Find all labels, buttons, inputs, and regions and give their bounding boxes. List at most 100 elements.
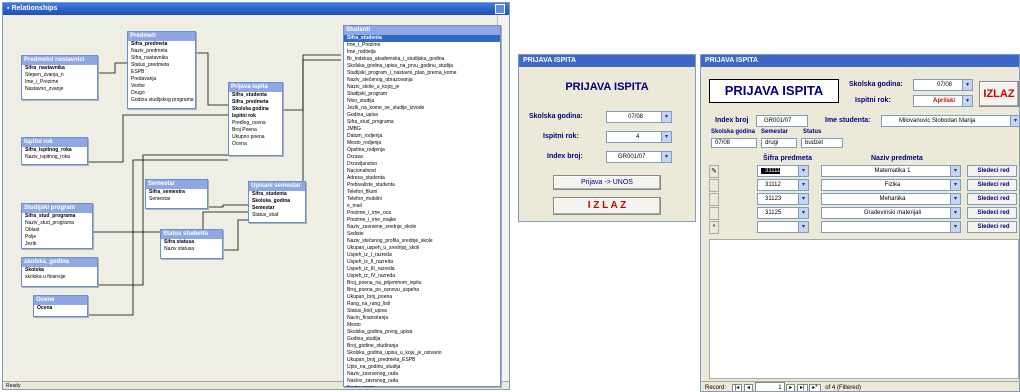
table-studijski-program[interactable]: Studijski program Šifra_stud_programa Naz… [21,203,93,249]
table-field[interactable]: Broj_poena_na_prijemnom_ispitu [344,280,500,287]
table-field[interactable]: Ime_roditelja [344,49,500,56]
table-field[interactable]: Uspeh_iz_III_razreda [344,266,500,273]
table-field[interactable]: Predlog_ocena [229,120,282,127]
table-field[interactable]: Naziv_skole_u_kojoj_je [344,84,500,91]
dropdown-arrow-icon[interactable]: ▾ [661,132,671,142]
dropdown-arrow-icon[interactable]: ▾ [798,194,808,204]
table-field[interactable]: Šifra_predmeta [229,99,282,106]
table-semestar[interactable]: Semestar Šifra_semestra Semestar [145,179,208,209]
table-field[interactable]: Uspeh_iz_IV_razreda [344,273,500,280]
table-field[interactable]: Naziv_grupe [344,385,500,387]
sifra-select[interactable]: 31111 ▾ [757,165,809,177]
table-field[interactable]: Ime_i_Prezime [22,79,97,86]
table-field[interactable]: e_mail [344,203,500,210]
table-field[interactable]: Ocena [34,305,87,312]
table-field[interactable]: Status_kod_upisa [344,308,500,315]
table-field[interactable]: Ukupan_broj_poena [344,294,500,301]
table-field[interactable]: Šifra_nastavnika [22,65,97,72]
table-field[interactable]: Nacionalnost [344,168,500,175]
table-field[interactable]: Br_indeksa_akademska_i_studijska_godina [344,56,500,63]
table-field[interactable]: Šifra_predmeta [128,41,195,48]
table-ispitni-rok[interactable]: Ispitni rok Šifra_ispitnog_roka Naziv_isp… [21,137,88,165]
table-field[interactable]: Šifra_studenta [344,35,500,42]
dropdown-arrow-icon[interactable]: ▾ [950,194,960,204]
table-field[interactable]: JMBG [344,126,500,133]
table-field[interactable]: Naziv statusa [161,246,222,253]
naziv-select[interactable]: Gradevinski materijali ▾ [821,207,961,219]
dropdown-arrow-icon[interactable]: ▾ [661,152,671,162]
table-field[interactable]: Šifra_studenta [249,191,305,198]
table-field[interactable]: Broj_godine_studiranja [344,343,500,350]
pencil-icon[interactable]: ✎ [709,165,719,178]
table-field[interactable]: Vezbe [128,83,195,90]
table-field[interactable]: Sediste [344,231,500,238]
table-field[interactable]: Šifra_semestra [146,189,207,196]
table-field[interactable]: Semestar [249,205,305,212]
izlaz-button[interactable]: I Z L A Z [553,197,661,215]
table-field[interactable]: Naziv_stečenog_profila_srednje_skole [344,238,500,245]
table-status-studenta[interactable]: Status studenta Šifra statusa Naziv statu… [160,229,223,259]
table-field[interactable]: Naziv_stud_programa [22,220,92,227]
table-field[interactable]: Naziv_zavrsenog_rada [344,371,500,378]
ispitni-rok-select-right[interactable]: Aprilski ▾ [913,95,973,107]
table-field[interactable]: Godina_upisa [344,112,500,119]
sub-skolska-value[interactable]: 07/08 [711,138,757,148]
table-field[interactable]: Godina studijskog programa [128,97,195,104]
table-ocene[interactable]: Ocene Ocena [33,295,88,317]
record-next-button[interactable]: ▸ [786,384,796,391]
table-field[interactable]: Skolska_godina_upisa_u_koju_je_ostvario [344,350,500,357]
dropdown-arrow-icon[interactable]: ▾ [798,180,808,190]
table-field[interactable]: Drzava [344,154,500,161]
table-field[interactable]: Oblast [22,227,92,234]
table-field[interactable]: Nivo_studija [344,98,500,105]
table-predmeti[interactable]: Predmeti Šifra_predmeta Naziv_predmeta Šif… [127,31,196,109]
table-field[interactable]: Godina_studija [344,336,500,343]
table-field[interactable]: Opstina_rodjenja [344,147,500,154]
record-current[interactable]: 1 [754,382,785,391]
table-field[interactable]: Polje [22,234,92,241]
dropdown-arrow-icon[interactable]: ▾ [1010,116,1019,126]
table-field[interactable]: Datum_rodjenja [344,133,500,140]
table-field[interactable]: Status_stud [249,212,305,219]
skolska-select[interactable]: 07/08 ▾ [606,111,672,123]
record-last-button[interactable]: ▸| [796,384,808,391]
sledeci-red-button[interactable]: Sledeci red [967,193,1017,205]
table-field[interactable]: Šifra_stud_programa [22,213,92,220]
table-field[interactable]: Nastavno_zvanje [22,86,97,93]
table-field[interactable]: Adresa_studenta [344,175,500,182]
grid-row[interactable]: 31125 ▾ Gradevinski materijali ▾ Sledeci red [709,207,1017,220]
prijava-unos-button[interactable]: Prijava -> UNOS [553,175,661,190]
sifra-select[interactable]: 31112 ▾ [757,179,809,191]
new-record-icon[interactable]: * [709,221,719,234]
table-field[interactable]: Jezik [22,241,92,248]
table-field[interactable]: Semestar [146,196,207,203]
grid-row[interactable]: * ▾ ▾ Sledeci red [709,221,1017,234]
table-field[interactable]: Ukupno poena [229,134,282,141]
table-field[interactable]: Upis_na_godinu_studija [344,364,500,371]
table-field[interactable]: Studijski_program [344,91,500,98]
table-field[interactable]: Mesto [344,322,500,329]
dropdown-arrow-icon[interactable]: ▾ [962,96,972,106]
table-field[interactable]: Šifra statusa [161,239,222,246]
table-field[interactable]: Uspeh_iz_II_razreda [344,259,500,266]
table-field[interactable]: Predavanja [128,76,195,83]
skolska-select-right[interactable]: 07/08 ▾ [913,79,973,91]
table-field[interactable]: Skolska [22,267,97,274]
dropdown-arrow-icon[interactable]: ▾ [798,208,808,218]
naziv-select[interactable]: Mehanika ▾ [821,193,961,205]
table-field[interactable]: Stepen_zvanja_n [22,72,97,79]
table-field[interactable]: Šifra_stud_programa [344,119,500,126]
table-field[interactable]: Telefon_mobilni [344,196,500,203]
record-prev-button[interactable]: ◂ [743,384,753,391]
grid-row[interactable]: 31123 ▾ Mehanika ▾ Sledeci red [709,193,1017,206]
table-field[interactable]: Uspeh_iz_I_razreda [344,252,500,259]
ime-select[interactable]: Milovanovic Slobodan Marija ▾ [881,115,1019,127]
table-field[interactable]: Prezime_i_ime_oca [344,210,500,217]
index-field-right[interactable]: GR001/07 [756,115,808,127]
sub-status-value[interactable]: budzet [801,138,843,148]
table-field[interactable]: Naziv_zavrsene_srednje_skole [344,224,500,231]
table-field[interactable]: Broj Poena [229,127,282,134]
table-field[interactable]: skolska u finansije [22,274,97,281]
record-new-button[interactable]: ▸* [809,384,821,391]
table-field[interactable]: Šifra_nastavnika [128,55,195,62]
